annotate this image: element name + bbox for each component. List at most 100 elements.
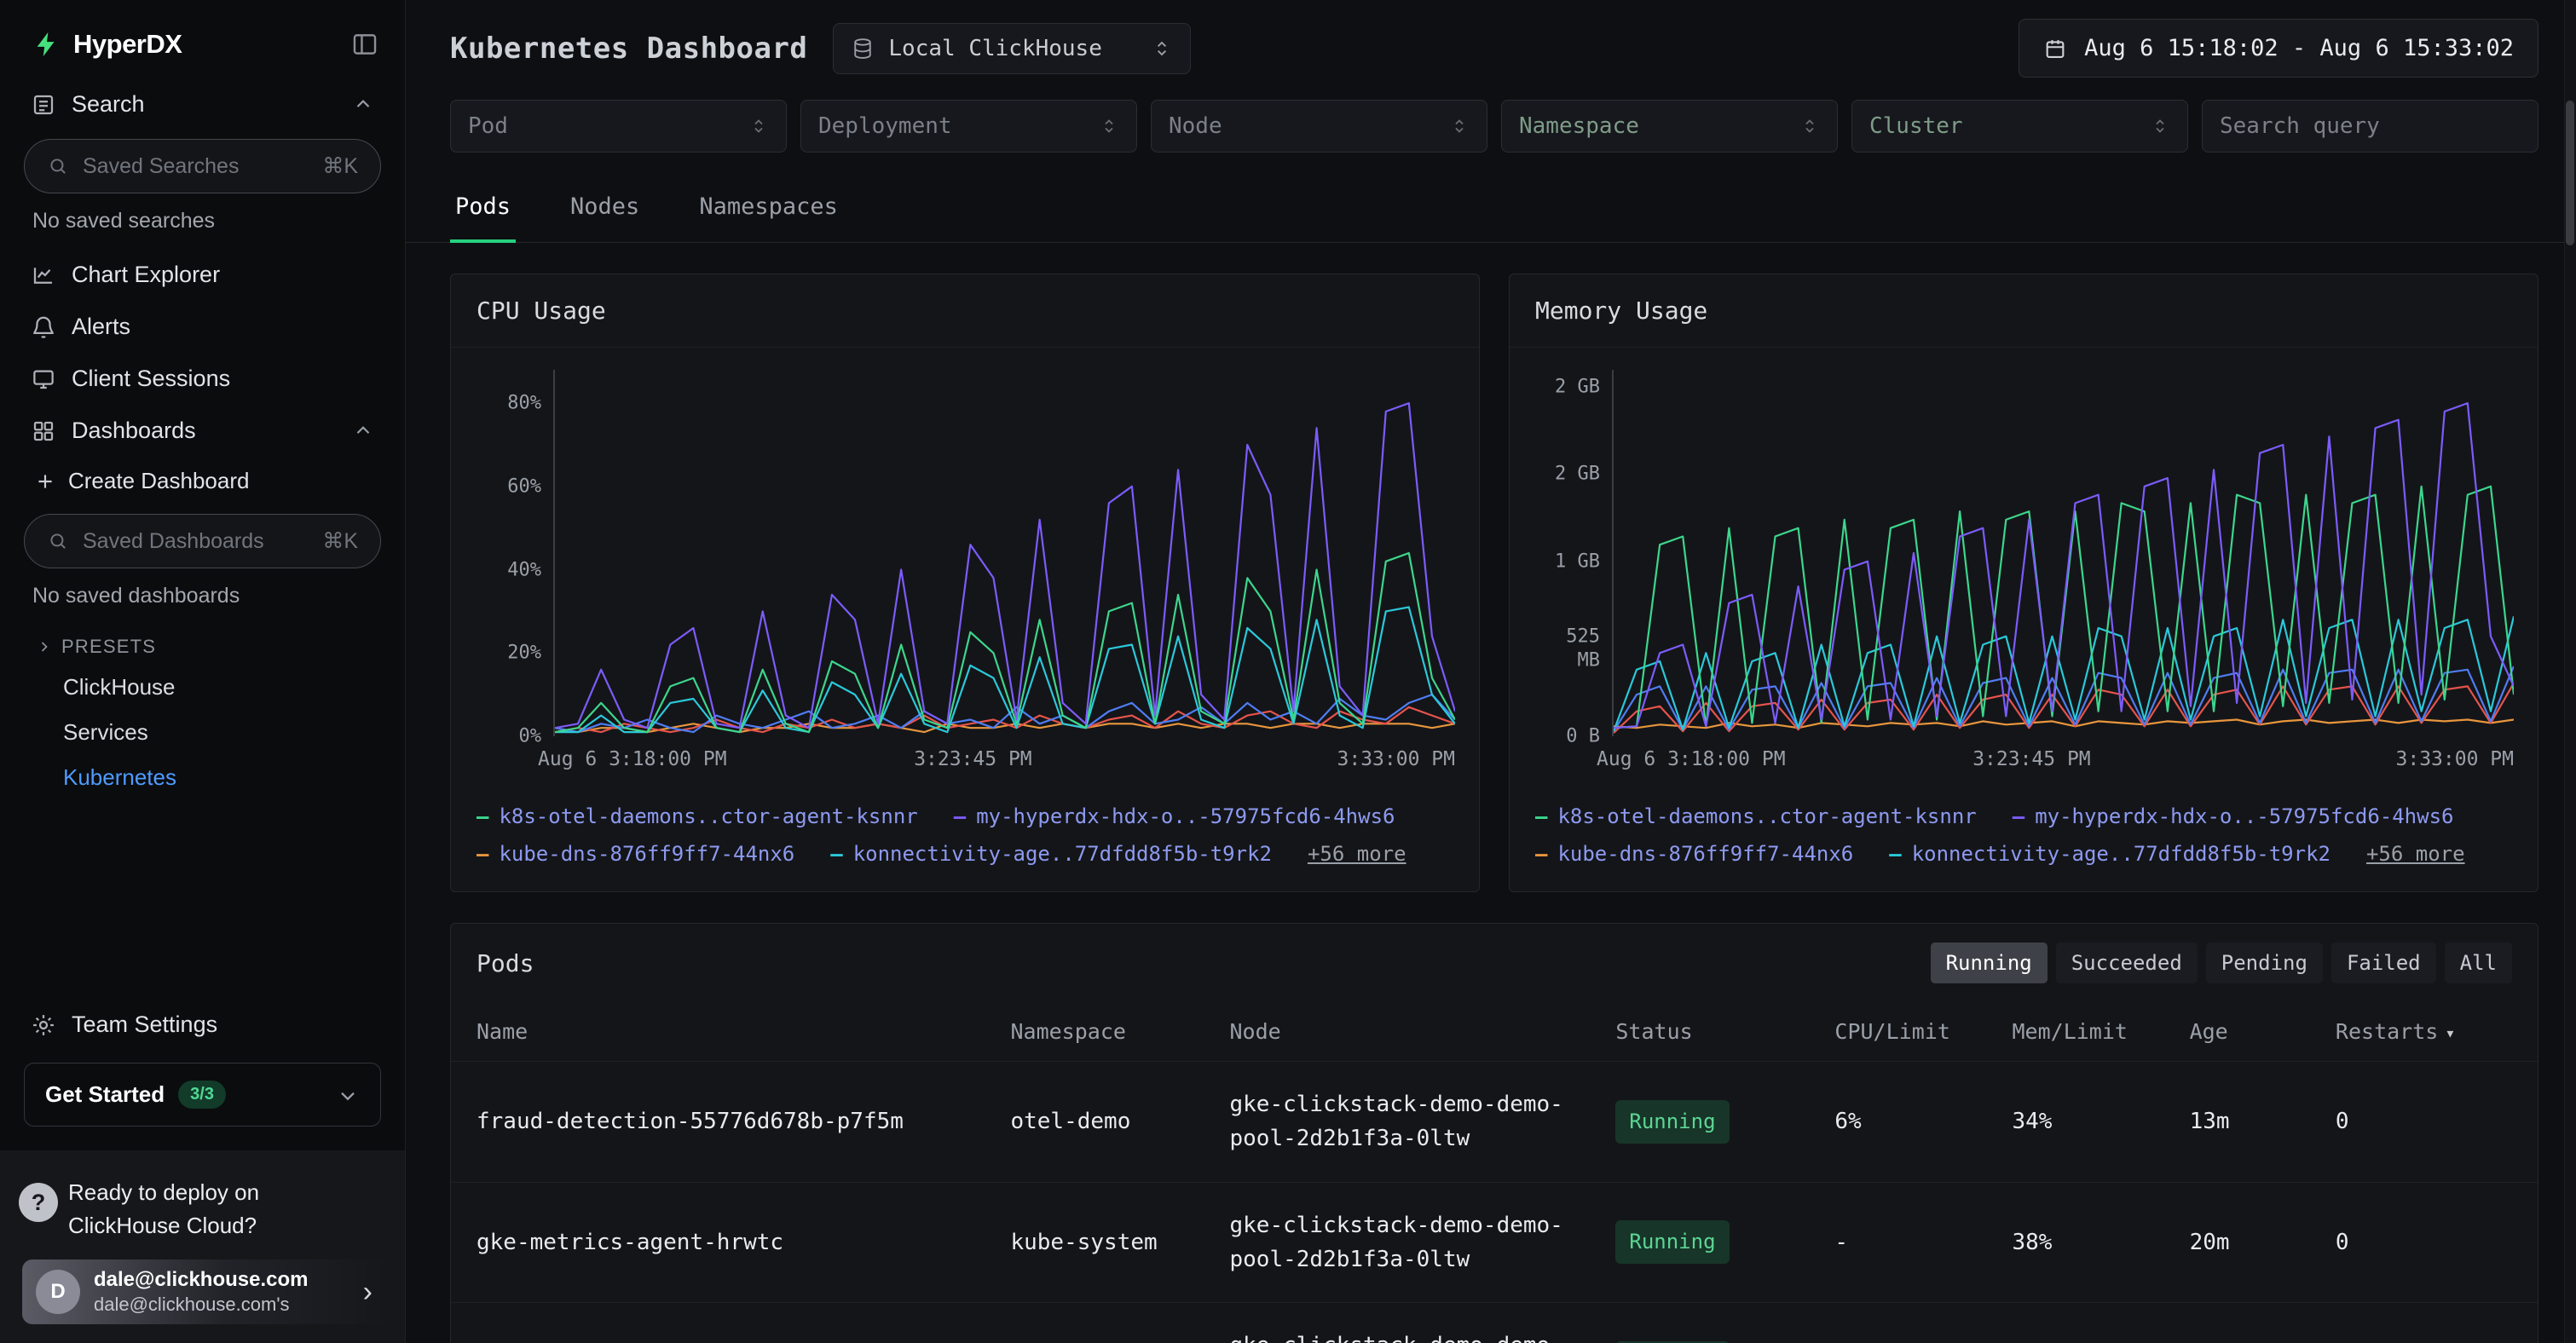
chevron-up-icon <box>352 420 374 442</box>
legend-more-link[interactable]: +56 more <box>1308 842 1406 866</box>
legend-item[interactable]: —k8s-otel-daemons..ctor-agent-ksnnr <box>477 804 918 828</box>
get-started-toggle[interactable]: Get Started 3/3 <box>24 1063 381 1127</box>
legend-item[interactable]: —k8s-otel-daemons..ctor-agent-ksnnr <box>1535 804 1977 828</box>
legend-dash-icon: — <box>954 804 966 828</box>
filter-placeholder: Node <box>1169 113 1222 139</box>
column-header-node[interactable]: Node <box>1213 1002 1599 1062</box>
sidebar-item-dashboards[interactable]: Dashboards <box>22 405 383 457</box>
y-tick-label: 0 B <box>1566 724 1600 748</box>
sidebar-item-chart-explorer[interactable]: Chart Explorer <box>22 249 383 301</box>
topbar: Kubernetes Dashboard Local ClickHouse Au… <box>406 0 2576 93</box>
pod-filter-select[interactable]: Pod <box>450 100 787 153</box>
cell-age: 20m <box>2173 1182 2319 1303</box>
tab-pods[interactable]: Pods <box>450 171 516 242</box>
search-query-input[interactable] <box>2202 100 2538 153</box>
legend-item[interactable]: —kube-dns-876ff9ff7-44nx6 <box>477 842 794 866</box>
filter-placeholder: Pod <box>468 113 508 139</box>
status-filter-failed[interactable]: Failed <box>2331 942 2436 983</box>
legend-item[interactable]: —konnectivity-age..77dfdd8f5b-t9rk2 <box>1889 842 2331 866</box>
sidebar-item-client-sessions[interactable]: Client Sessions <box>22 353 383 405</box>
table-row[interactable]: fraud-detection-55776d678b-p7f5motel-dem… <box>451 1062 2538 1183</box>
x-tick-label: Aug 6 3:18:00 PM <box>538 748 727 770</box>
cell-node: gke-clickstack-demo-demo-pool-2d2b1f3a-0… <box>1213 1062 1599 1183</box>
saved-searches-input[interactable]: Saved Searches ⌘K <box>24 139 381 193</box>
shortcut-badge: ⌘K <box>322 528 358 554</box>
filter-placeholder: Deployment <box>818 113 952 139</box>
table-row[interactable]: fluentbit-gke-lggq8kube-systemgke-clicks… <box>451 1303 2538 1343</box>
namespace-filter-select[interactable]: Namespace <box>1501 100 1838 153</box>
cpu-x-axis: Aug 6 3:18:00 PM3:23:45 PM3:33:00 PM <box>553 745 1455 781</box>
table-row[interactable]: gke-metrics-agent-hrwtckube-systemgke-cl… <box>451 1182 2538 1303</box>
help-icon[interactable]: ? <box>19 1183 58 1222</box>
status-filter-succeeded[interactable]: Succeeded <box>2056 942 2198 983</box>
create-dashboard-button[interactable]: Create Dashboard <box>22 457 383 505</box>
status-filter-running[interactable]: Running <box>1931 942 2048 983</box>
no-saved-searches-text: No saved searches <box>22 197 383 249</box>
cell-restarts: 0 <box>2319 1062 2538 1183</box>
cloud-promo-line1: Ready to deploy on <box>68 1176 386 1209</box>
cluster-filter-select[interactable]: Cluster <box>1851 100 2188 153</box>
memory-x-axis: Aug 6 3:18:00 PM3:23:45 PM3:33:00 PM <box>1612 745 2514 781</box>
column-header-namespace[interactable]: Namespace <box>993 1002 1212 1062</box>
column-header-mem[interactable]: Mem/Limit <box>1995 1002 2172 1062</box>
tab-bar: Pods Nodes Namespaces <box>406 171 2576 243</box>
column-header-cpu[interactable]: CPU/Limit <box>1817 1002 1995 1062</box>
cell-mem: 34% <box>1995 1062 2172 1183</box>
gear-icon <box>31 1012 56 1038</box>
cell-node: gke-clickstack-demo-demo-pool-2d2b1f3a-0… <box>1213 1303 1599 1343</box>
memory-chart-plot[interactable] <box>1612 370 2514 736</box>
cpu-chart-svg <box>555 370 1455 736</box>
y-tick-label: 80% <box>507 391 541 415</box>
source-select[interactable]: Local ClickHouse <box>833 23 1191 74</box>
sidebar-item-kubernetes[interactable]: Kubernetes <box>22 755 383 800</box>
legend-label: my-hyperdx-hdx-o..-57975fcd6-4hws6 <box>2035 804 2453 828</box>
cell-restarts: 0 <box>2319 1182 2538 1303</box>
sidebar-item-label: Chart Explorer <box>72 262 220 288</box>
legend-item[interactable]: —kube-dns-876ff9ff7-44nx6 <box>1535 842 1853 866</box>
cell-name: fluentbit-gke-lggq8 <box>451 1303 993 1343</box>
legend-more-link[interactable]: +56 more <box>2366 842 2465 866</box>
sidebar-item-label: Dashboards <box>72 418 196 444</box>
status-filter-pending[interactable]: Pending <box>2206 942 2323 983</box>
scrollbar[interactable] <box>2564 0 2576 1343</box>
sidebar-collapse-button[interactable] <box>350 30 379 59</box>
cell-mem: 38% <box>1995 1182 2172 1303</box>
column-header-status[interactable]: Status <box>1598 1002 1817 1062</box>
sidebar-item-team-settings[interactable]: Team Settings <box>22 999 383 1051</box>
hyperdx-logo[interactable]: HyperDX <box>32 29 182 60</box>
user-menu[interactable]: D dale@clickhouse.com dale@clickhouse.co… <box>22 1259 386 1324</box>
deployment-filter-select[interactable]: Deployment <box>800 100 1137 153</box>
cell-restarts: 0 <box>2319 1303 2538 1343</box>
column-header-restarts[interactable]: Restarts▾ <box>2319 1002 2538 1062</box>
legend-item[interactable]: —my-hyperdx-hdx-o..-57975fcd6-4hws6 <box>2013 804 2454 828</box>
tab-namespaces[interactable]: Namespaces <box>694 171 843 242</box>
x-tick-label: 3:23:45 PM <box>1972 748 2090 770</box>
sidebar-item-alerts[interactable]: Alerts <box>22 301 383 353</box>
sidebar-item-label: Search <box>72 91 145 118</box>
node-filter-select[interactable]: Node <box>1151 100 1487 153</box>
user-email: dale@clickhouse.com <box>94 1268 309 1292</box>
sidebar-item-clickhouse[interactable]: ClickHouse <box>22 665 383 710</box>
tab-nodes[interactable]: Nodes <box>565 171 644 242</box>
presets-toggle[interactable]: PRESETS <box>22 624 383 665</box>
pods-table: Name Namespace Node Status CPU/Limit Mem… <box>451 1002 2538 1343</box>
pods-table-card: Pods Running Succeeded Pending Failed Al… <box>450 923 2538 1343</box>
cpu-chart-plot[interactable] <box>553 370 1455 736</box>
legend-item[interactable]: —konnectivity-age..77dfdd8f5b-t9rk2 <box>830 842 1272 866</box>
plus-icon <box>34 470 56 493</box>
column-header-age[interactable]: Age <box>2173 1002 2319 1062</box>
y-tick-label: 525 MB <box>1566 625 1600 672</box>
column-header-name[interactable]: Name <box>451 1002 993 1062</box>
cell-namespace: kube-system <box>993 1303 1212 1343</box>
legend-item[interactable]: —my-hyperdx-hdx-o..-57975fcd6-4hws6 <box>954 804 1395 828</box>
sort-desc-icon: ▾ <box>2445 1023 2455 1043</box>
time-range-picker[interactable]: Aug 6 15:18:02 - Aug 6 15:33:02 <box>2019 19 2538 78</box>
status-filter-all[interactable]: All <box>2445 942 2512 983</box>
scrollbar-thumb[interactable] <box>2566 101 2574 245</box>
sidebar-item-search[interactable]: Search <box>22 78 383 130</box>
y-tick-label: 2 GB <box>1555 375 1600 399</box>
saved-dashboards-input[interactable]: Saved Dashboards ⌘K <box>24 514 381 568</box>
sidebar-item-services[interactable]: Services <box>22 710 383 755</box>
cell-age: 13m <box>2173 1062 2319 1183</box>
cell-name: fraud-detection-55776d678b-p7f5m <box>451 1062 993 1183</box>
